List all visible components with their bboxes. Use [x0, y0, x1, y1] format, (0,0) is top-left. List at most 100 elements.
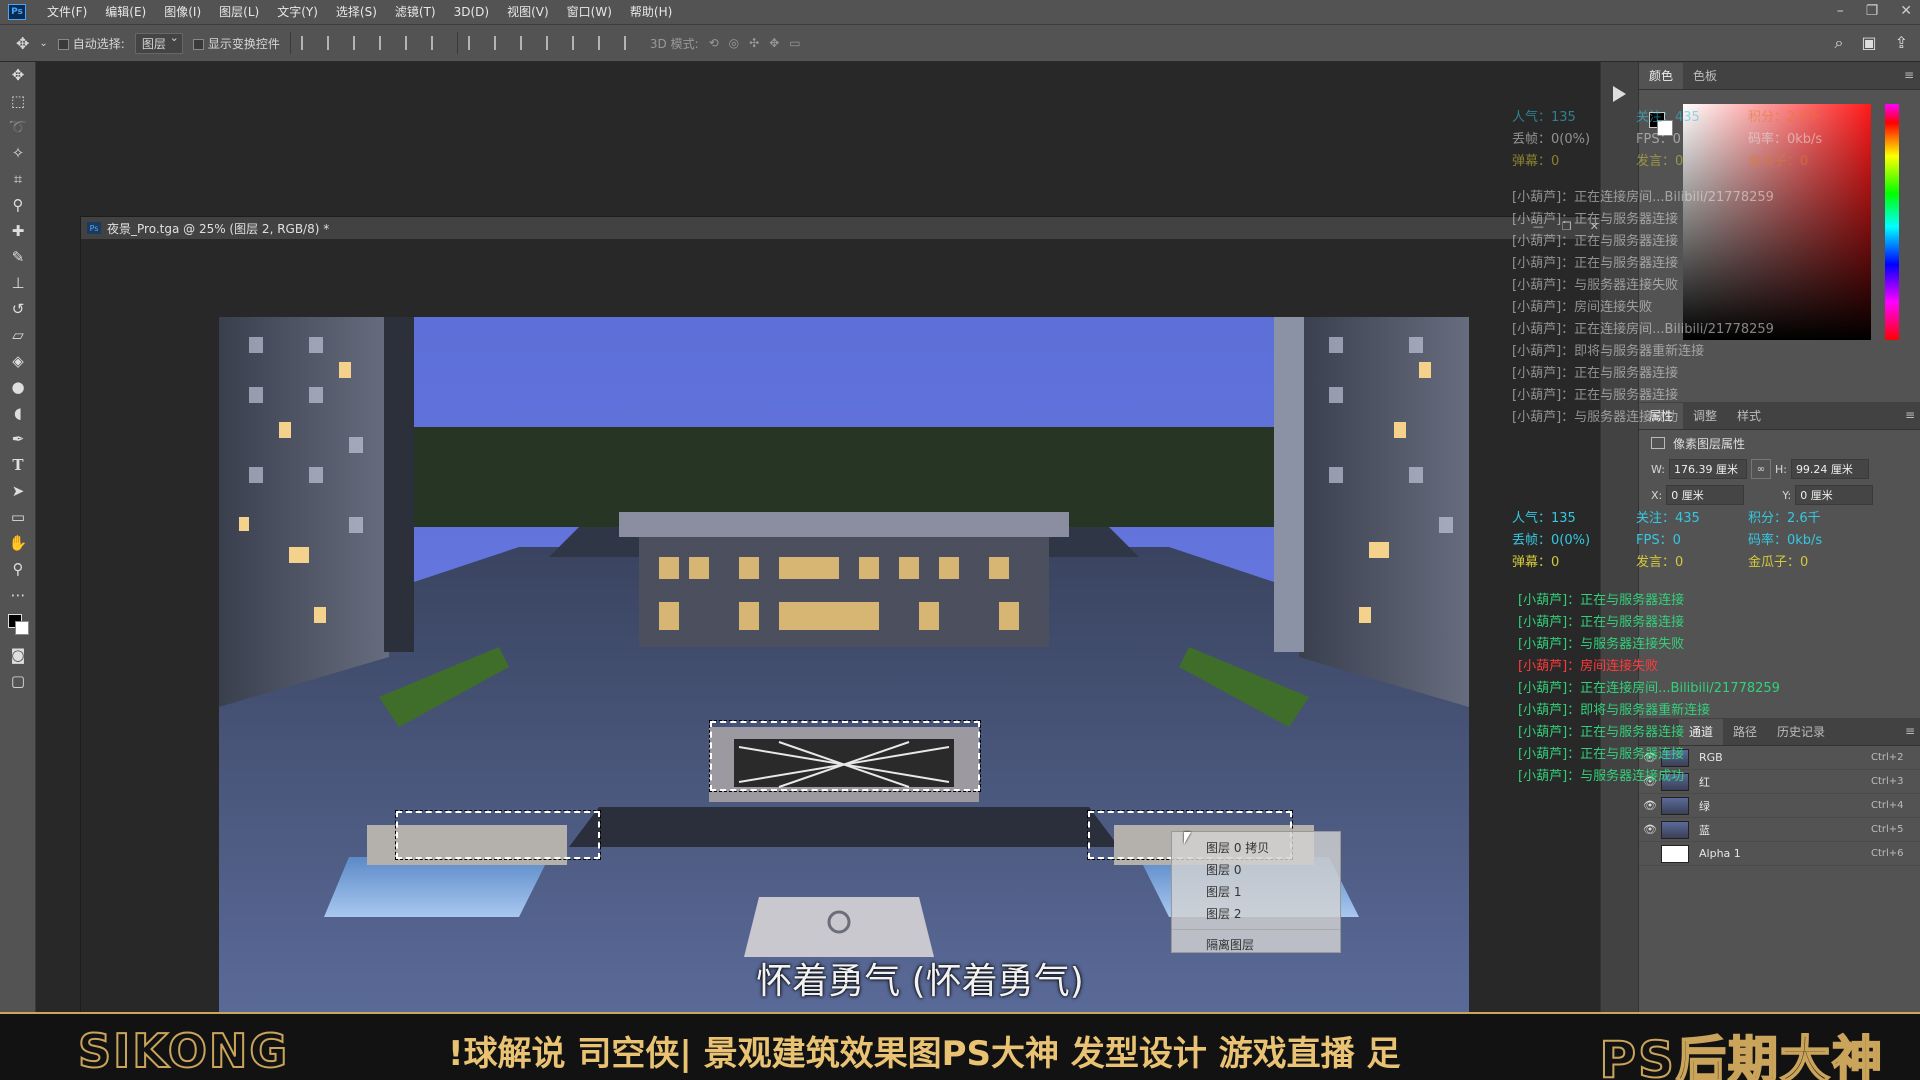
distribute-left-icon[interactable] [545, 36, 562, 50]
divider [289, 32, 291, 54]
menu-layer[interactable]: 图层(L) [210, 0, 268, 24]
distribute-hcenter-icon[interactable] [571, 36, 588, 50]
height-field[interactable]: 99.24 厘米 [1790, 459, 1869, 479]
3d-mode-label: 3D 模式: [649, 36, 699, 51]
menu-view[interactable]: 视图(V) [498, 0, 558, 24]
search-icon[interactable]: ⌕ [1835, 33, 1844, 53]
panel-menu-icon[interactable]: ≡ [1904, 68, 1914, 82]
align-top-icon[interactable] [300, 36, 317, 50]
eraser-tool-icon[interactable]: ▱ [0, 322, 36, 348]
document-tab[interactable]: Ps 夜景_Pro.tga @ 25% (图层 2, RGB/8) * — ❐ … [81, 217, 1609, 239]
close-icon[interactable]: ✕ [1900, 0, 1912, 22]
align-left-icon[interactable] [378, 36, 395, 50]
show-transform-checkbox[interactable]: 显示变换控件 [192, 35, 280, 52]
color-panel-tabs: 颜色 色板 ≡ [1639, 62, 1920, 90]
3d-pan-icon[interactable]: ✣ [749, 36, 759, 50]
blur-tool-icon[interactable]: ● [0, 374, 36, 400]
menu-help[interactable]: 帮助(H) [621, 0, 681, 24]
background-color[interactable] [15, 621, 29, 635]
tab-color[interactable]: 颜色 [1639, 63, 1684, 89]
history-brush-tool-icon[interactable]: ↺ [0, 296, 36, 322]
move-tool-icon[interactable]: ✥ [0, 62, 36, 88]
log-line: [小葫芦]：即将与服务器重新连接 [1512, 344, 1705, 359]
magic-wand-tool-icon[interactable]: ✧ [0, 140, 36, 166]
menu-select[interactable]: 选择(S) [327, 0, 386, 24]
align-hcenter-icon[interactable] [404, 36, 421, 50]
tab-swatches[interactable]: 色板 [1683, 63, 1727, 89]
dodge-tool-icon[interactable]: ◖ [0, 400, 36, 426]
screen-mode-icon[interactable]: ▢ [0, 668, 36, 694]
align-right-icon[interactable] [430, 36, 447, 50]
tools-panel: ✥ ⬚ ➰ ✧ ⌗ ⚲ ✚ ✎ ⊥ ↺ ▱ ◈ ● ◖ ✒ T ➤ ▭ ✋ ⚲ … [0, 62, 36, 1012]
menu-item-layer-0-copy[interactable]: 图层 0 拷贝 [1172, 837, 1340, 859]
lasso-tool-icon[interactable]: ➰ [0, 114, 36, 140]
menu-file[interactable]: 文件(F) [38, 0, 96, 24]
width-field[interactable]: 176.39 厘米 [1668, 459, 1747, 479]
distribute-vcenter-icon[interactable] [493, 36, 510, 50]
quick-mask-icon[interactable]: ◙ [0, 642, 36, 668]
distribute-right-icon[interactable] [597, 36, 614, 50]
menu-window[interactable]: 窗口(W) [558, 0, 621, 24]
menu-3d[interactable]: 3D(D) [445, 0, 498, 24]
panel-menu-icon[interactable]: ≡ [1905, 408, 1915, 422]
restore-icon[interactable]: ❐ [1866, 0, 1879, 22]
share-icon[interactable]: ⇪ [1895, 33, 1908, 53]
channel-shortcut: Ctrl+5 [1871, 824, 1904, 835]
clone-stamp-tool-icon[interactable]: ⊥ [0, 270, 36, 296]
menu-edit[interactable]: 编辑(E) [96, 0, 155, 24]
auto-select-dropdown[interactable]: 图层 [134, 31, 183, 54]
crop-tool-icon[interactable]: ⌗ [0, 166, 36, 192]
menu-type[interactable]: 文字(Y) [268, 0, 327, 24]
path-selection-tool-icon[interactable]: ➤ [0, 478, 36, 504]
x-field[interactable]: 0 厘米 [1666, 485, 1745, 505]
move-tool-icon[interactable]: ✥ [16, 34, 29, 53]
eyedropper-tool-icon[interactable]: ⚲ [0, 192, 36, 218]
stat-danmaku: 弹幕：0 [1512, 154, 1560, 169]
auto-align-icon[interactable] [623, 36, 640, 50]
workspace-icon[interactable]: ▣ [1861, 33, 1876, 53]
auto-select-checkbox[interactable]: 自动选择: [57, 35, 125, 52]
3d-slide-icon[interactable]: ✥ [769, 36, 779, 50]
more-tools-icon[interactable]: ⋯ [0, 582, 36, 608]
channel-row-green[interactable]: 👁 绿 Ctrl+4 [1639, 794, 1920, 818]
hue-slider[interactable] [1885, 104, 1899, 340]
3d-orbit-icon[interactable]: ⟲ [709, 36, 719, 50]
3d-camera-icon[interactable]: ▭ [789, 36, 800, 50]
mouse-cursor-icon [1184, 832, 1191, 844]
menu-filter[interactable]: 滤镜(T) [386, 0, 445, 24]
link-icon[interactable]: ∞ [1750, 459, 1771, 479]
y-field[interactable]: 0 厘米 [1795, 485, 1874, 505]
menu-item-layer-2[interactable]: 图层 2 [1172, 903, 1340, 925]
hand-tool-icon[interactable]: ✋ [0, 530, 36, 556]
distribute-top-icon[interactable] [467, 36, 484, 50]
tool-preset-chevron-icon[interactable]: ⌄ [39, 38, 47, 49]
menu-item-layer-1[interactable]: 图层 1 [1172, 881, 1340, 903]
stat-score: 积分：2.6千 [1748, 511, 1821, 526]
distribute-bottom-icon[interactable] [519, 36, 536, 50]
rectangle-tool-icon[interactable]: ▭ [0, 504, 36, 530]
brush-tool-icon[interactable]: ✎ [0, 244, 36, 270]
eye-icon[interactable]: 👁 [1639, 799, 1661, 812]
minimize-icon[interactable]: – [1837, 0, 1844, 22]
channel-row-blue[interactable]: 👁 蓝 Ctrl+5 [1639, 818, 1920, 842]
menu-image[interactable]: 图像(I) [155, 0, 210, 24]
eye-icon[interactable]: 👁 [1639, 823, 1661, 836]
zoom-tool-icon[interactable]: ⚲ [0, 556, 36, 582]
type-tool-icon[interactable]: T [0, 452, 36, 478]
stream-log-ghost: [小葫芦]：正在连接房间...Bilibili/21778259 [小葫芦]：正… [1512, 187, 1774, 429]
pen-tool-icon[interactable]: ✒ [0, 426, 36, 452]
align-vcenter-icon[interactable] [326, 36, 343, 50]
menu-item-layer-0[interactable]: 图层 0 [1172, 859, 1340, 881]
stream-overlay-ghost-right: 关注：435 FPS：0 发言：0 [1636, 107, 1700, 173]
align-bottom-icon[interactable] [352, 36, 369, 50]
panel-menu-icon[interactable]: ≡ [1905, 724, 1915, 738]
channel-row-alpha[interactable]: Alpha 1 Ctrl+6 [1639, 842, 1920, 866]
3d-roll-icon[interactable]: ◎ [729, 36, 739, 50]
color-swatches[interactable] [0, 608, 35, 642]
log-line: [小葫芦]：正在连接房间...Bilibili/21778259 [1512, 322, 1774, 337]
play-icon[interactable] [1613, 86, 1626, 102]
paint-bucket-tool-icon[interactable]: ◈ [0, 348, 36, 374]
marquee-tool-icon[interactable]: ⬚ [0, 88, 36, 114]
window-controls: – ❐ ✕ [1837, 0, 1912, 22]
healing-brush-tool-icon[interactable]: ✚ [0, 218, 36, 244]
